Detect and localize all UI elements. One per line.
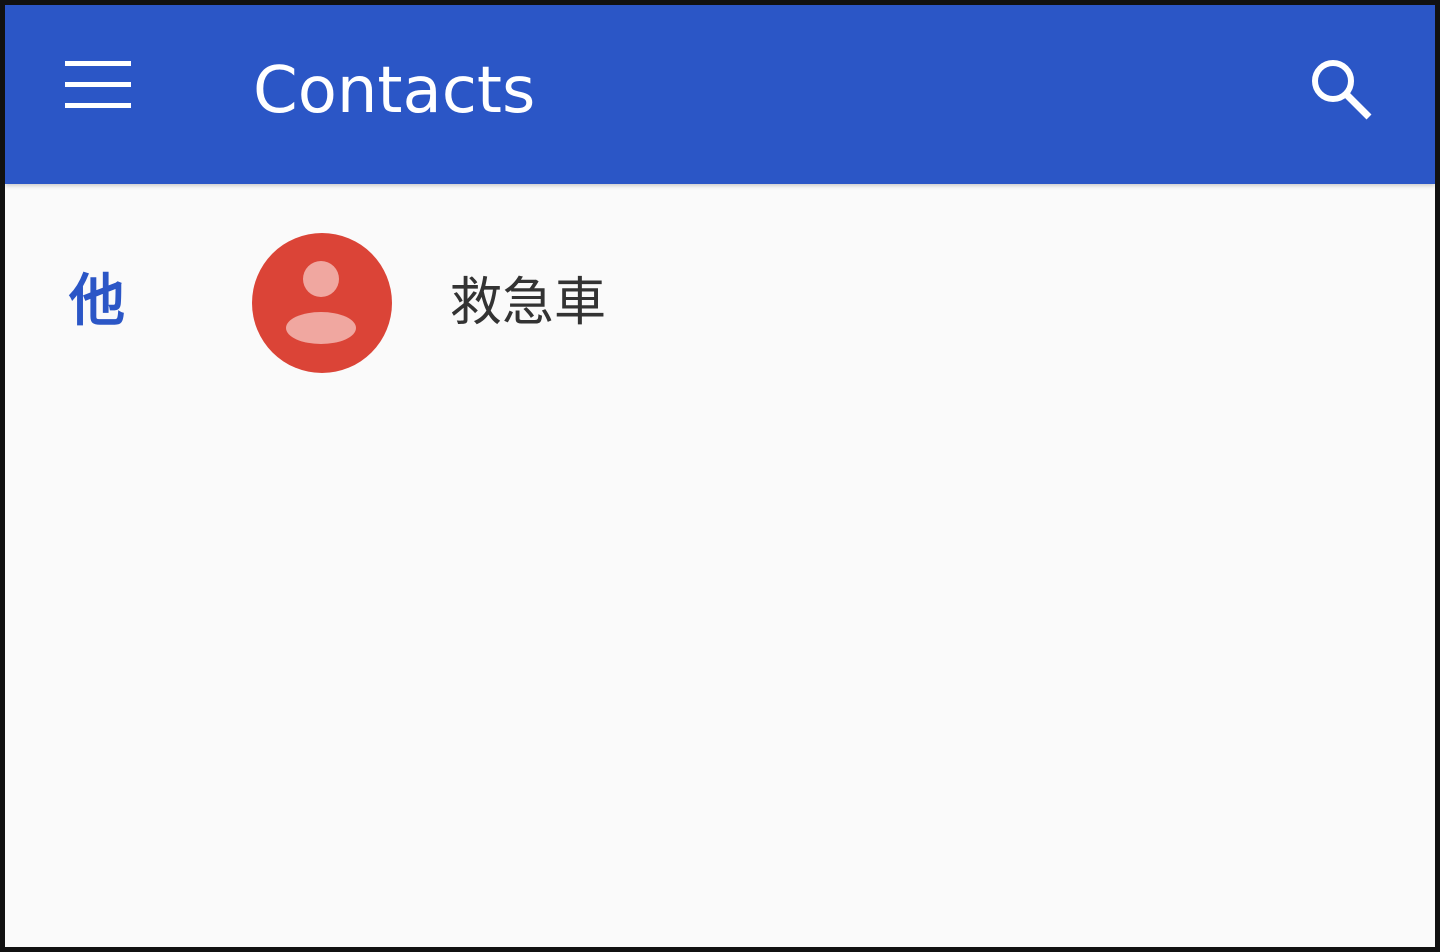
search-button[interactable] xyxy=(1297,45,1387,135)
contact-name: 救急車 xyxy=(450,273,607,333)
page-title: Contacts xyxy=(253,54,536,128)
contact-list-item[interactable]: 救急車 xyxy=(215,215,1435,403)
app-bar: Contacts xyxy=(5,5,1435,184)
person-avatar-icon xyxy=(252,233,392,373)
menu-button[interactable] xyxy=(55,49,141,119)
section-header: 他 xyxy=(69,269,125,334)
search-icon xyxy=(1312,60,1372,120)
contacts-screen: Contacts 他 救急車 xyxy=(5,5,1435,947)
